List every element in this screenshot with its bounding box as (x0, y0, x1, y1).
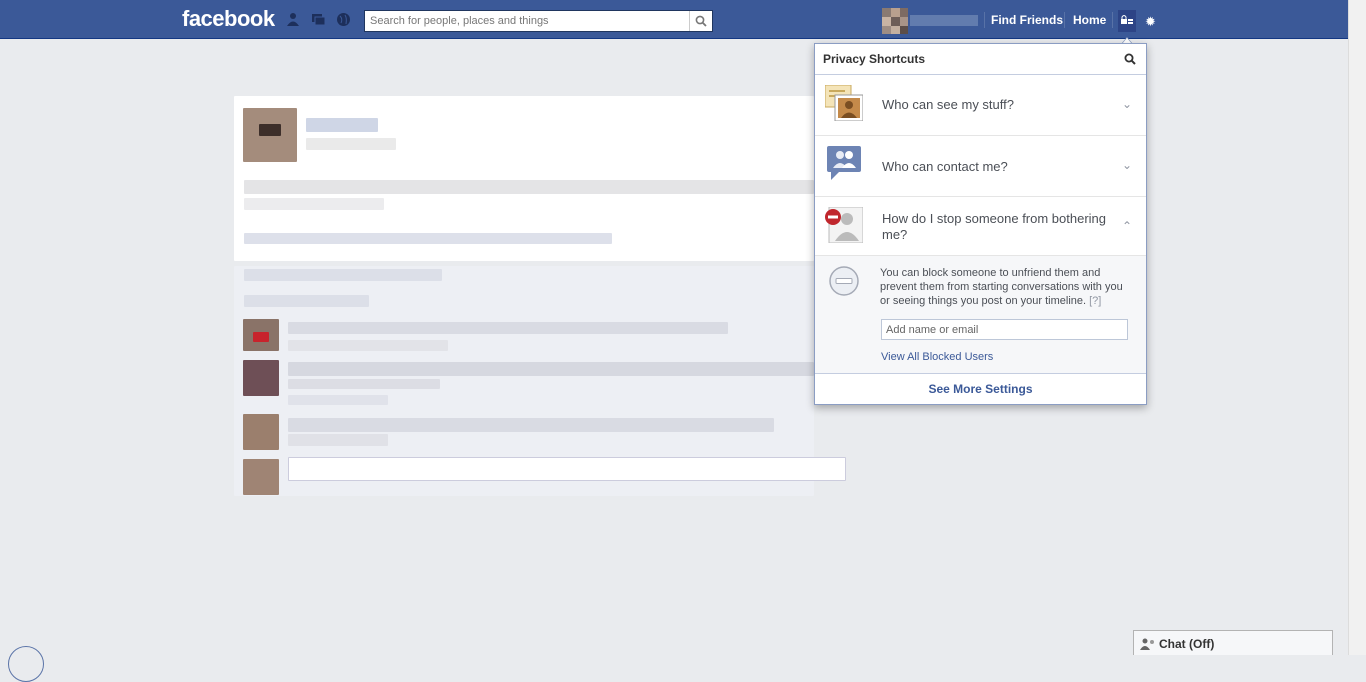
account-settings-gear-icon[interactable]: ✹ (1145, 14, 1156, 30)
comment-input-redacted (288, 457, 846, 481)
profile-name-redacted[interactable] (910, 15, 978, 26)
redacted-text (288, 340, 448, 351)
redacted-text (244, 198, 384, 210)
redacted-text (288, 395, 388, 405)
redacted-text (306, 118, 378, 132)
who-can-see-icon (825, 85, 863, 121)
redacted-pixel (259, 124, 281, 136)
divider (1112, 12, 1113, 28)
section-label: Who can see my stuff? (882, 97, 1014, 112)
profile-avatar[interactable] (882, 8, 908, 34)
redacted-text (288, 379, 440, 389)
search-icon (695, 15, 707, 27)
friend-requests-icon[interactable] (286, 12, 301, 27)
who-can-contact-icon (827, 146, 861, 180)
redacted-text (288, 322, 728, 334)
flyout-footer: See More Settings (815, 373, 1146, 404)
facebook-logo[interactable]: facebook (182, 6, 275, 32)
section-label: How do I stop someone from bothering me? (882, 211, 1107, 242)
chevron-down-icon: ⌄ (1121, 158, 1132, 172)
flyout-title: Privacy Shortcuts (823, 52, 926, 66)
search-box (364, 10, 713, 32)
home-link[interactable]: Home (1073, 13, 1106, 27)
chat-sidebar-toggle[interactable]: Chat (Off) (1133, 630, 1333, 655)
notifications-globe-icon[interactable] (336, 12, 351, 27)
redacted-avatar (243, 360, 279, 396)
redacted-text (288, 362, 814, 376)
redacted-text (288, 434, 388, 446)
section-who-can-see[interactable]: Who can see my stuff? ⌄ (815, 75, 1146, 136)
top-bar: facebook Find Friends Home ✹ (0, 0, 1349, 39)
redacted-avatar (243, 414, 279, 450)
section-label: Who can contact me? (882, 159, 1008, 174)
privacy-shortcuts-button[interactable] (1118, 10, 1136, 32)
divider (984, 12, 985, 28)
section-stop-bothering[interactable]: How do I stop someone from bothering me?… (815, 197, 1146, 256)
redacted-pixel (253, 332, 269, 342)
privacy-shortcuts-flyout: Privacy Shortcuts Who can see my stuff? … (814, 43, 1147, 405)
chat-label: Chat (Off) (1159, 637, 1215, 651)
corner-widget[interactable] (8, 646, 44, 682)
chevron-up-icon: ⌃ (1121, 219, 1132, 233)
see-more-settings-link[interactable]: See More Settings (928, 382, 1032, 396)
search-button[interactable] (689, 11, 712, 31)
messages-icon[interactable] (311, 12, 326, 27)
search-icon[interactable] (1124, 53, 1136, 65)
page-scrollbar[interactable] (1348, 0, 1366, 655)
section-who-can-contact[interactable]: Who can contact me? ⌄ (815, 136, 1146, 197)
redacted-text (244, 180, 814, 194)
chat-people-icon (1140, 638, 1154, 650)
block-icon (829, 266, 859, 296)
view-blocked-users-link[interactable]: View All Blocked Users (881, 351, 993, 363)
block-name-input[interactable] (881, 319, 1128, 340)
block-person-icon (825, 207, 863, 243)
block-user-panel: You can block someone to unfriend them a… (815, 256, 1146, 374)
search-input[interactable] (365, 11, 690, 31)
redacted-avatar (243, 459, 279, 495)
chevron-down-icon: ⌄ (1121, 97, 1132, 111)
redacted-text (244, 295, 369, 307)
blurred-feed-content (234, 96, 846, 496)
divider (1064, 12, 1065, 28)
block-description-text: You can block someone to unfriend them a… (880, 267, 1123, 307)
redacted-text (244, 233, 612, 244)
redacted-text (306, 138, 396, 150)
block-description: You can block someone to unfriend them a… (880, 266, 1130, 308)
flyout-header: Privacy Shortcuts (815, 44, 1146, 75)
help-link[interactable]: [?] (1089, 295, 1101, 307)
redacted-text (288, 418, 774, 432)
redacted-text (244, 269, 442, 281)
find-friends-link[interactable]: Find Friends (991, 13, 1063, 27)
lock-icon (1121, 15, 1133, 24)
